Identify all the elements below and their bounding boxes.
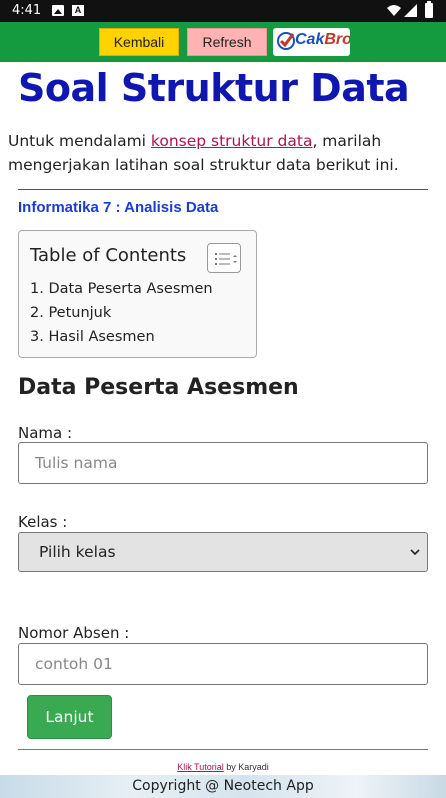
next-button[interactable]: Lanjut <box>27 695 112 739</box>
checkmark-icon <box>277 32 295 50</box>
number-input[interactable]: contoh 01 <box>18 643 428 685</box>
divider <box>18 749 428 750</box>
toc-title: Table of Contents <box>30 245 187 266</box>
name-label: Nama : <box>18 424 73 442</box>
credit-line: Klik Tutorial by Karyadi <box>0 762 446 772</box>
signal-icon <box>404 4 417 17</box>
credit-author: by Karyadi <box>223 762 269 772</box>
concept-link[interactable]: konsep struktur data <box>151 132 313 150</box>
form-section-title: Data Peserta Asesmen <box>18 375 299 400</box>
tutorial-link[interactable]: Klik Tutorial <box>177 762 224 772</box>
intro-text-start: Untuk mendalami <box>8 132 151 150</box>
class-selected-value: Pilih kelas <box>39 543 116 561</box>
toc-item-data-peserta[interactable]: 1. Data Peserta Asesmen <box>30 277 213 301</box>
class-select[interactable]: Pilih kelas <box>18 532 428 572</box>
footer-copyright: Copyright @ Neotech App <box>132 778 314 794</box>
footer: Copyright @ Neotech App <box>0 775 446 798</box>
toc-toggle-button[interactable] <box>207 243 241 273</box>
image-icon <box>52 5 64 16</box>
page-title: Soal Struktur Data <box>18 66 410 110</box>
number-placeholder: contoh 01 <box>35 655 113 673</box>
list-icon <box>215 253 237 265</box>
status-bar: 4:41 A <box>0 0 446 22</box>
intro-paragraph: Untuk mendalami konsep struktur data, ma… <box>8 129 438 177</box>
page-subtitle: Informatika 7 : Analisis Data <box>18 199 219 216</box>
cakbro-logo[interactable]: CakBro <box>273 28 350 56</box>
chevron-down-icon <box>410 549 420 556</box>
number-label: Nomor Absen : <box>18 624 130 642</box>
toc-list: 1. Data Peserta Asesmen 2. Petunjuk 3. H… <box>30 277 213 349</box>
status-time: 4:41 <box>12 3 42 18</box>
divider <box>18 189 428 190</box>
refresh-button[interactable]: Refresh <box>187 28 267 56</box>
back-button[interactable]: Kembali <box>99 28 179 56</box>
wifi-icon <box>387 5 401 16</box>
name-input[interactable]: Tulis nama <box>18 442 428 484</box>
name-placeholder: Tulis nama <box>35 454 118 472</box>
toc-item-hasil-asesmen[interactable]: 3. Hasil Asesmen <box>30 325 213 349</box>
toc-item-petunjuk[interactable]: 2. Petunjuk <box>30 301 213 325</box>
top-toolbar: Kembali Refresh CakBro <box>0 22 446 62</box>
class-label: Kelas : <box>18 513 68 531</box>
battery-icon <box>425 1 433 18</box>
a-icon: A <box>72 5 84 16</box>
logo-text: CakBro <box>295 31 350 48</box>
table-of-contents: Table of Contents 1. Data Peserta Asesme… <box>18 230 257 358</box>
